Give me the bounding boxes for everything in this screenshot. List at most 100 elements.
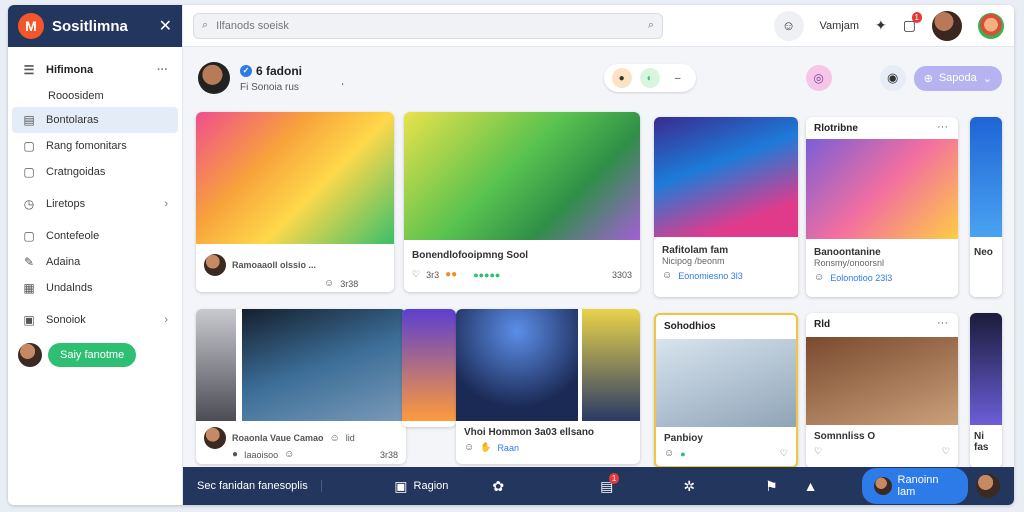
subscribe-button[interactable]: ⊕ Sapoda ⌄: [913, 65, 1002, 91]
sidebar-item-label: Liretops: [46, 198, 86, 210]
card-thumbnail[interactable]: [196, 112, 394, 244]
primary-action-button[interactable]: Ranoinn lam: [861, 468, 968, 504]
brand-logo[interactable]: M: [18, 13, 44, 39]
heart-icon[interactable]: ♡: [814, 446, 822, 457]
media-card-selected[interactable]: Sohodhios Panbioy ☺ ● ♡: [654, 313, 798, 468]
sidebar-item[interactable]: ▢ Contefeole: [8, 223, 182, 249]
card-thumbnail[interactable]: [404, 112, 640, 240]
media-card[interactable]: Bonendlofooipmng Sool ♡ 3r3 ●● ●●●●● 330…: [404, 112, 640, 292]
media-card[interactable]: Ramoaaoll olssio ... ☺ 3r38: [196, 112, 394, 292]
media-card[interactable]: Rafitolam fam Nicipog /beonm ☺ Eonomiesn…: [654, 117, 798, 297]
close-icon[interactable]: ✕: [159, 16, 172, 36]
card-count: 3r3: [426, 269, 440, 280]
sidebar-item-label: Sonoiok: [46, 314, 86, 326]
card-thumbnail[interactable]: [242, 309, 406, 421]
emoji-icon: ●: [232, 449, 239, 460]
search-input[interactable]: ⌕ Ilfanods soeisk ⌕: [193, 12, 663, 39]
calendar-icon: ▣: [394, 477, 408, 494]
sidebar-item-label: Rooosidem: [48, 90, 104, 102]
avatar: [873, 477, 892, 495]
avatar[interactable]: [18, 343, 42, 367]
profile-avatar[interactable]: [198, 62, 230, 94]
sidebar-item-label: Rang fomonitars: [46, 140, 127, 152]
verified-icon: ✓: [240, 64, 252, 77]
chevron-right-icon: ›: [164, 198, 168, 210]
card-thumbnail[interactable]: [806, 337, 958, 425]
more-icon[interactable]: ···: [157, 64, 168, 76]
card-thumbnail-side[interactable]: [196, 309, 236, 421]
card-count: lid: [345, 433, 355, 443]
card-title: Roaonla Vaue Camao: [232, 433, 324, 443]
sidebar-item-active[interactable]: ▤ Bontolaras: [12, 107, 178, 133]
avatar: [204, 254, 226, 276]
region-label: Ragion: [413, 480, 449, 492]
sidebar-item[interactable]: ▢ Rang fomonitars: [8, 133, 182, 159]
avatar[interactable]: [976, 474, 1000, 498]
media-card[interactable]: [402, 309, 456, 427]
emoji-icon: ☺: [662, 270, 673, 281]
card-thumbnail[interactable]: [402, 309, 456, 421]
leaf-icon[interactable]: ◐: [639, 68, 660, 88]
card-footer: Raan: [497, 442, 519, 453]
sidebar-item[interactable]: ▣ Sonoiok ›: [8, 307, 182, 333]
hamburger-icon[interactable]: ☰: [22, 63, 36, 77]
settings-icon[interactable]: ✲: [683, 478, 695, 495]
sidebar-item[interactable]: ✎ Adaina: [8, 249, 182, 275]
pin-icon[interactable]: ✿: [492, 478, 504, 495]
plus-circle-icon: ⊕: [923, 72, 933, 85]
card-thumbnail-side[interactable]: [582, 309, 640, 421]
media-card[interactable]: Roaonla Vaue Camao ☺ lid ● Iaaoisoo ☺ 3r…: [196, 309, 406, 464]
search-icon[interactable]: ⌕: [648, 19, 654, 32]
inbox-icon[interactable]: ▤ 1: [600, 472, 620, 495]
card-thumbnail[interactable]: [970, 117, 1002, 237]
camera-icon[interactable]: ◉: [879, 65, 906, 91]
more-icon[interactable]: ···: [937, 317, 948, 329]
bell-icon[interactable]: ▢ 1: [903, 12, 922, 34]
mascot-icon[interactable]: ●: [611, 68, 632, 88]
reaction-pill: ● ◐ –: [603, 64, 696, 92]
sidebar-cta-button[interactable]: Saiy fanotme: [48, 343, 137, 367]
card-thumbnail[interactable]: [654, 117, 798, 237]
media-card[interactable]: Rlotribne ··· Banoontanine Ronsmy/onoors…: [806, 117, 958, 297]
card-thumbnail[interactable]: [970, 313, 1002, 425]
notification-badge: 1: [608, 472, 620, 484]
region-button[interactable]: ▣ Ragion: [394, 478, 448, 495]
media-card-partial[interactable]: Ni fas: [970, 313, 1002, 468]
document-icon: ▢: [23, 165, 35, 179]
avatar[interactable]: [932, 10, 962, 41]
card-title: Banoontanine: [814, 247, 881, 258]
chat-icon[interactable]: ◎: [805, 65, 832, 91]
media-card[interactable]: Rld ··· Somnnliss O ♡ ♡: [806, 313, 958, 468]
card-thumbnail[interactable]: [456, 309, 578, 421]
minus-icon[interactable]: –: [668, 68, 688, 88]
sidebar-item-sub[interactable]: Rooosidem: [8, 85, 182, 107]
user-label[interactable]: Vamjam: [820, 20, 860, 32]
more-icon[interactable]: ···: [937, 121, 948, 133]
support-icon[interactable]: ☺: [773, 10, 804, 41]
card-heading: Sohodhios: [664, 321, 716, 332]
sidebar-item[interactable]: ◷ Liretops ›: [8, 191, 182, 217]
card-title: Ni fas: [974, 431, 989, 453]
card-thumbnail[interactable]: [656, 339, 796, 427]
sidebar-item[interactable]: ▢ Cratngoidas: [8, 159, 182, 185]
heart-icon[interactable]: ♡: [942, 446, 950, 457]
square-icon: ▢: [23, 229, 35, 243]
avatar: [204, 427, 226, 449]
media-card[interactable]: Vhoi Hommon 3a03 ellsano ☺ ✋ Raan: [456, 309, 640, 464]
media-card-partial[interactable]: Neo: [970, 117, 1002, 297]
card-footer: Eonomiesno 3l3: [678, 270, 743, 281]
mascot-avatar[interactable]: [978, 12, 1004, 39]
sidebar-item[interactable]: ▦ Undalnds: [8, 275, 182, 301]
heart-icon[interactable]: ♡: [412, 269, 420, 280]
sidebar: M Sositlimna ✕ ☰ Hifimona ··· Rooosidem …: [8, 5, 183, 505]
card-thumbnail[interactable]: [806, 139, 958, 239]
flag-icon[interactable]: ⚑: [765, 478, 778, 495]
heart-icon[interactable]: ♡: [780, 448, 788, 459]
sparkle-icon[interactable]: ✦: [875, 17, 887, 34]
emoji-icon: ☺: [284, 449, 295, 460]
sidebar-header[interactable]: ☰ Hifimona ···: [8, 55, 182, 85]
bottom-left-text[interactable]: Sec fanidan fanesoplis: [197, 480, 323, 492]
brand-name: Sositlimna: [52, 17, 128, 35]
list-icon: ▤: [23, 113, 35, 127]
alert-icon[interactable]: ▲: [804, 478, 818, 494]
